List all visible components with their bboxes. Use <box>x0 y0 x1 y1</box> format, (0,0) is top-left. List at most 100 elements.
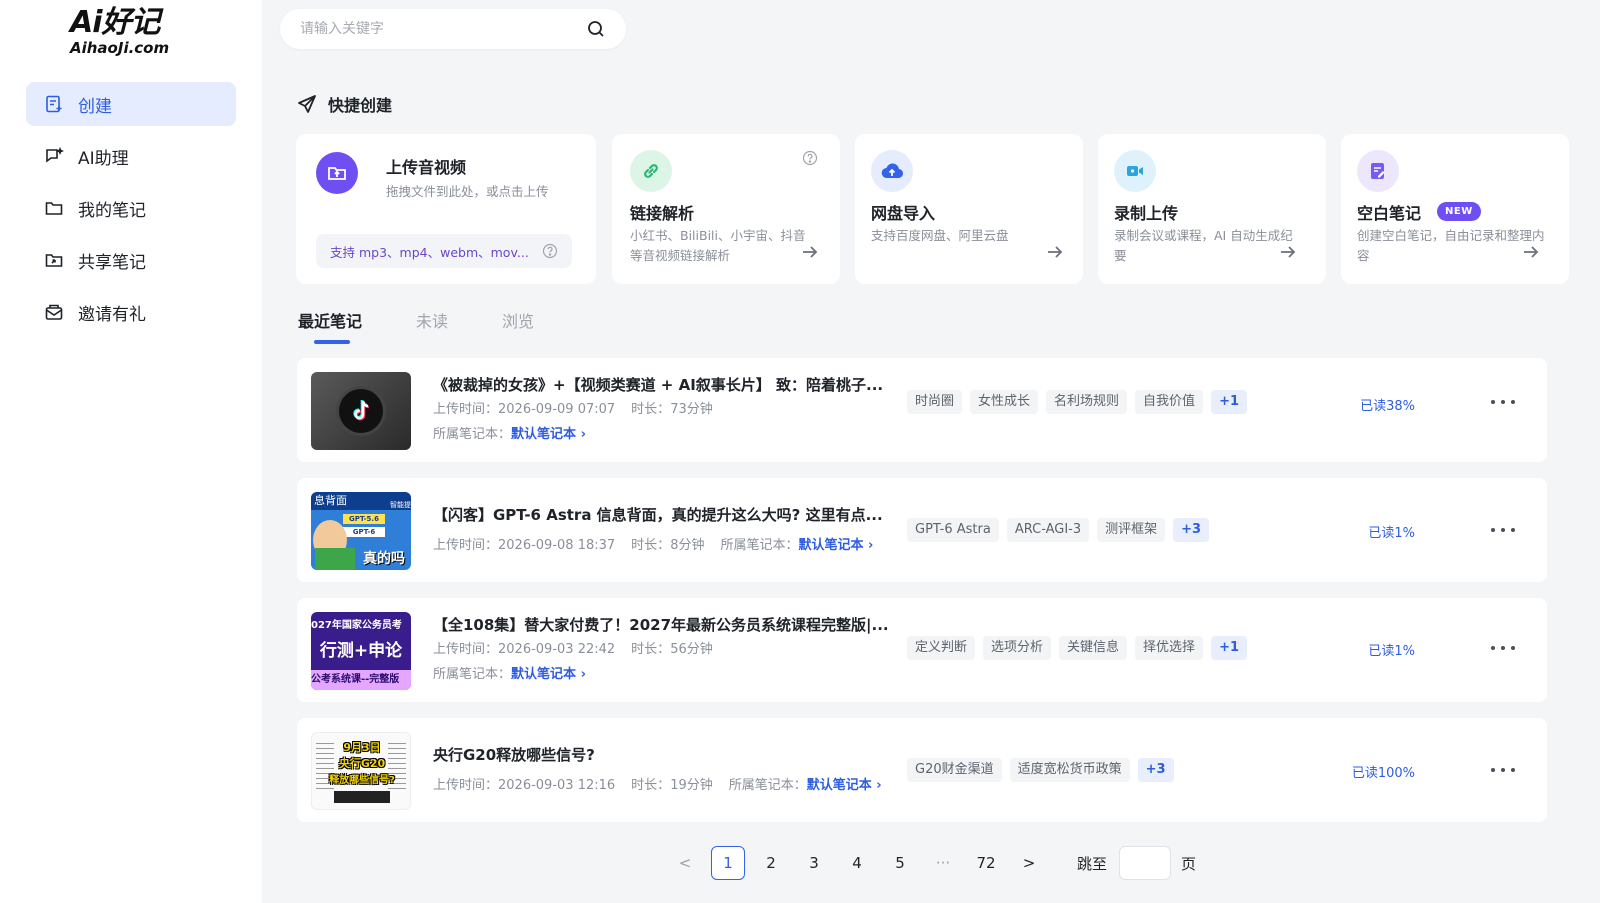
more-options-icon[interactable] <box>1491 638 1515 658</box>
tag[interactable]: 名利场规则 <box>1046 390 1128 414</box>
more-options-icon[interactable] <box>1491 760 1515 780</box>
notebook-link[interactable]: 默认笔记本 › <box>807 778 882 793</box>
read-progress: 已读1% <box>1368 644 1415 659</box>
tag[interactable]: G20财金渠道 <box>907 758 1002 782</box>
note-title[interactable]: 【闪客】GPT-6 Astra 信息背面，真的提升这么大吗? 这里有点... <box>433 504 883 525</box>
page-button-3[interactable]: 3 <box>797 846 831 880</box>
notebook-link[interactable]: 默认笔记本 › <box>798 538 873 553</box>
upload-time: 2026-09-03 12:16 <box>498 778 616 793</box>
cloud-card-desc: 支持百度网盘、阿里云盘 <box>871 228 1009 243</box>
sidebar-item-ai-assistant[interactable]: AI助理 <box>26 134 236 178</box>
notebook-label: 所属笔记本： <box>433 667 512 682</box>
duration: 19分钟 <box>670 778 713 793</box>
page-button-5[interactable]: 5 <box>883 846 917 880</box>
tab-recent-notes[interactable]: 最近笔记 <box>298 308 362 344</box>
blank-note-card[interactable]: 空白笔记 NEW 创建空白笔记，自由记录和整理内容 <box>1341 134 1569 284</box>
help-icon[interactable] <box>542 243 558 259</box>
search-input[interactable] <box>300 21 586 37</box>
logo-domain: AihaoJi.com <box>70 39 170 57</box>
tag[interactable]: 选项分析 <box>983 636 1052 660</box>
tag[interactable]: 测评框架 <box>1097 518 1166 542</box>
tag[interactable]: GPT-6 Astra <box>907 518 999 542</box>
upload-card-desc: 拖拽文件到此处，或点击上传 <box>386 184 549 199</box>
logo[interactable]: Ai好记 AihaoJi.com <box>70 5 190 58</box>
quick-create-title: 快捷创建 <box>328 96 393 115</box>
tag[interactable]: 时尚圈 <box>907 390 963 414</box>
more-tags-badge[interactable]: +1 <box>1211 636 1248 660</box>
help-icon[interactable] <box>802 150 818 166</box>
upload-time: 2026-09-09 07:07 <box>498 402 616 417</box>
ai-assistant-icon <box>46 146 64 163</box>
upload-time: 2026-09-08 18:37 <box>498 538 616 553</box>
tab-browse[interactable]: 浏览 <box>502 308 534 332</box>
video-camera-icon <box>1114 150 1156 192</box>
link-icon <box>630 150 672 192</box>
sidebar-item-label: AI助理 <box>78 148 129 169</box>
chevron-right-icon: › <box>580 667 586 682</box>
edit-note-icon <box>1357 150 1399 192</box>
create-note-icon <box>46 95 62 113</box>
cloud-upload-icon <box>871 150 913 192</box>
tag[interactable]: 女性成长 <box>970 390 1039 414</box>
tab-unread[interactable]: 未读 <box>416 308 448 332</box>
prev-page-button[interactable]: < <box>668 846 702 880</box>
note-tags: 时尚圈 女性成长 名利场规则 自我价值 +1 <box>907 390 1255 414</box>
note-title[interactable]: 央行G20释放哪些信号? <box>433 744 595 765</box>
sidebar-item-my-notes[interactable]: 我的笔记 <box>26 186 236 230</box>
cloud-import-card[interactable]: 网盘导入 支持百度网盘、阿里云盘 <box>855 134 1083 284</box>
sidebar-item-label: 我的笔记 <box>78 200 146 221</box>
note-row-3[interactable]: 027年国家公务员考 行测+申论 公考系统课--完整版 【全108集】替大家付费… <box>297 598 1547 702</box>
note-title[interactable]: 【全108集】替大家付费了！2027年最新公务员系统课程完整版|... <box>433 614 889 635</box>
page-jump-input[interactable] <box>1119 846 1172 880</box>
duration-label: 时长： <box>631 778 671 793</box>
tag[interactable]: 自我价值 <box>1135 390 1204 414</box>
more-tags-badge[interactable]: +3 <box>1173 518 1210 542</box>
page-button-last[interactable]: 72 <box>969 846 1003 880</box>
next-page-button[interactable]: > <box>1012 846 1046 880</box>
note-tags: GPT-6 Astra ARC-AGI-3 测评框架 +3 <box>907 518 1217 542</box>
duration: 56分钟 <box>670 642 713 657</box>
note-row-4[interactable]: 9月3日 央行G20 释放哪些信号? 央行G20释放哪些信号? 上传时间：202… <box>297 718 1547 822</box>
more-options-icon[interactable] <box>1491 392 1515 412</box>
tag[interactable]: 定义判断 <box>907 636 976 660</box>
upload-folder-icon <box>316 152 358 194</box>
upload-media-card[interactable]: 上传音视频 拖拽文件到此处，或点击上传 支持 mp3、mp4、webm、mov.… <box>296 134 596 284</box>
page-button-4[interactable]: 4 <box>840 846 874 880</box>
sidebar-item-invite[interactable]: 邀请有礼 <box>26 290 236 334</box>
tag[interactable]: ARC-AGI-3 <box>1006 518 1090 542</box>
thumb-text: 智能提 <box>390 501 411 509</box>
more-tags-badge[interactable]: +1 <box>1211 390 1248 414</box>
sidebar-item-shared-notes[interactable]: 共享笔记 <box>26 238 236 282</box>
shared-folder-icon <box>45 254 63 267</box>
sidebar-item-label: 共享笔记 <box>78 252 146 273</box>
cartoon-shirt <box>315 548 355 570</box>
search-icon[interactable] <box>586 19 606 39</box>
notebook-label: 所属笔记本： <box>728 778 807 793</box>
quick-create-heading: 快捷创建 <box>296 92 392 116</box>
read-progress: 已读100% <box>1351 766 1415 781</box>
link-card-title: 链接解析 <box>630 204 695 223</box>
tag[interactable]: 择优选择 <box>1135 636 1204 660</box>
notebook-link[interactable]: 默认笔记本 › <box>511 667 586 682</box>
page-ellipsis[interactable]: ··· <box>926 846 960 880</box>
sidebar: Ai好记 AihaoJi.com 创建 AI助理 我的笔记 共享笔记 邀请有礼 <box>0 0 262 903</box>
sidebar-item-create[interactable]: 创建 <box>26 82 236 126</box>
record-upload-card[interactable]: 录制上传 录制会议或课程，AI 自动生成纪要 <box>1098 134 1326 284</box>
logo-wordmark: Ai好记 <box>70 5 161 40</box>
gift-mail-icon <box>45 304 63 320</box>
note-title[interactable]: 《被裁掉的女孩》+【视频类赛道 + AI叙事长片】 致：陪着桃子... <box>433 374 883 395</box>
supported-formats: 支持 mp3、mp4、webm、mov... <box>316 234 572 268</box>
tag[interactable]: 适度宽松货币政策 <box>1009 758 1130 782</box>
note-row-1[interactable]: 《被裁掉的女孩》+【视频类赛道 + AI叙事长片】 致：陪着桃子... 上传时间… <box>297 358 1547 462</box>
page-button-1[interactable]: 1 <box>711 846 745 880</box>
page-button-2[interactable]: 2 <box>754 846 788 880</box>
notebook-link[interactable]: 默认笔记本 › <box>511 427 586 442</box>
tag[interactable]: 关键信息 <box>1059 636 1128 660</box>
note-row-2[interactable]: 息背面 智能提 GPT-5.6 GPT-6 真的吗 【闪客】GPT-6 Astr… <box>297 478 1547 582</box>
more-options-icon[interactable] <box>1491 520 1515 540</box>
more-tags-badge[interactable]: +3 <box>1137 758 1174 782</box>
note-meta: 上传时间：2026-09-03 22:42 时长：56分钟 <box>433 638 713 657</box>
link-parse-card[interactable]: 链接解析 小红书、BiliBili、小宇宙、抖音等音视频链接解析 <box>612 134 840 284</box>
note-meta: 上传时间：2026-09-09 07:07 时长：73分钟 <box>433 398 713 417</box>
thumb-bar <box>334 791 390 803</box>
